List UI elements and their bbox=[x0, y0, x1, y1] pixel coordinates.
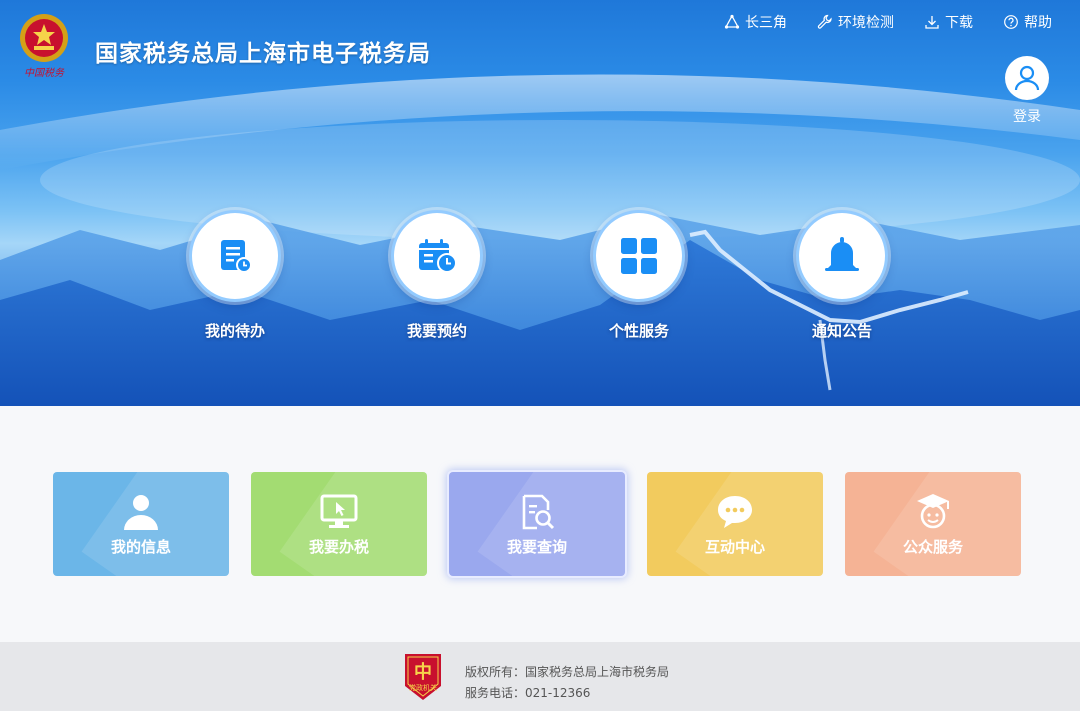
footer-copyright: 版权所有：国家税务总局上海市税务局 bbox=[465, 665, 670, 679]
triangle-nodes-icon bbox=[724, 14, 740, 29]
topnav-environment-check[interactable]: 环境检测 bbox=[817, 12, 894, 32]
login-label: 登录 bbox=[1013, 109, 1041, 125]
person-icon bbox=[124, 494, 158, 530]
todo-list-icon bbox=[221, 240, 252, 273]
card-interaction-center[interactable]: 互动中心 bbox=[647, 472, 823, 576]
service-cards: 我的信息 我要办税 我要查询 互动中心 公众服务 bbox=[53, 472, 1021, 576]
topnav-help[interactable]: 帮助 bbox=[1003, 12, 1052, 32]
footer: 中 党政机关 版权所有：国家税务总局上海市税务局 服务电话：021-12366 bbox=[0, 642, 1080, 711]
user-avatar-icon bbox=[1014, 65, 1040, 91]
hero-func-notice[interactable]: 通知公告 bbox=[782, 210, 902, 341]
national-emblem-logo: 中国税务 bbox=[20, 14, 68, 79]
hero-func-label: 个性服务 bbox=[608, 322, 669, 340]
hero-func-label: 通知公告 bbox=[811, 322, 872, 340]
login-avatar bbox=[1005, 56, 1049, 100]
topnav-label: 长三角 bbox=[745, 15, 787, 31]
card-label: 我要查询 bbox=[506, 537, 567, 556]
hero-banner: 中国税务 国家税务总局上海市电子税务局 长三角 环境检测 下载 帮助 登录 我的… bbox=[0, 0, 1080, 406]
graduate-icon bbox=[917, 493, 949, 528]
help-icon bbox=[1004, 15, 1018, 29]
monitor-cursor-icon bbox=[320, 494, 358, 528]
hero-func-todo[interactable]: 我的待办 bbox=[175, 210, 295, 341]
topnav-label: 环境检测 bbox=[838, 15, 894, 31]
top-navigation: 长三角 环境检测 下载 帮助 bbox=[724, 12, 1052, 32]
svg-text:党政机关: 党政机关 bbox=[409, 683, 437, 692]
footer-phone: 服务电话：021-12366 bbox=[465, 686, 591, 700]
login-button[interactable]: 登录 bbox=[1004, 56, 1050, 126]
topnav-download[interactable]: 下载 bbox=[924, 12, 973, 32]
topnav-label: 帮助 bbox=[1024, 15, 1052, 31]
topnav-label: 下载 bbox=[945, 15, 973, 31]
svg-text:中国税务: 中国税务 bbox=[24, 67, 65, 79]
chat-bubble-icon bbox=[718, 495, 752, 528]
topnav-yangtze-delta[interactable]: 长三角 bbox=[724, 12, 787, 32]
grid-apps-icon bbox=[621, 238, 657, 274]
svg-text:中: 中 bbox=[414, 661, 432, 683]
card-tax-handling[interactable]: 我要办税 bbox=[251, 472, 427, 576]
hero-func-circle bbox=[593, 210, 685, 302]
government-agency-badge[interactable]: 中 党政机关 bbox=[402, 652, 444, 702]
hero-func-label: 我的待办 bbox=[204, 322, 265, 340]
card-label: 互动中心 bbox=[704, 537, 765, 556]
card-label: 我要办税 bbox=[308, 537, 369, 556]
footer-info: 版权所有：国家税务总局上海市税务局 服务电话：021-12366 bbox=[465, 662, 669, 704]
card-public-service[interactable]: 公众服务 bbox=[845, 472, 1021, 576]
card-my-info[interactable]: 我的信息 bbox=[53, 472, 229, 576]
hero-func-circle bbox=[796, 210, 888, 302]
hero-func-circle bbox=[391, 210, 483, 302]
download-icon bbox=[925, 16, 939, 29]
hero-func-personal-service[interactable]: 个性服务 bbox=[579, 210, 699, 341]
card-label: 我的信息 bbox=[110, 537, 171, 556]
card-query[interactable]: 我要查询 bbox=[449, 472, 625, 576]
calendar-clock-icon bbox=[419, 239, 457, 273]
card-label: 公众服务 bbox=[902, 537, 963, 556]
site-title: 国家税务总局上海市电子税务局 bbox=[95, 41, 431, 67]
bell-icon bbox=[825, 237, 859, 271]
document-search-icon bbox=[522, 494, 555, 529]
hero-func-label: 我要预约 bbox=[406, 322, 467, 340]
hero-func-appointment[interactable]: 我要预约 bbox=[377, 210, 497, 341]
hero-func-circle bbox=[189, 210, 281, 302]
wrench-icon bbox=[817, 14, 832, 29]
